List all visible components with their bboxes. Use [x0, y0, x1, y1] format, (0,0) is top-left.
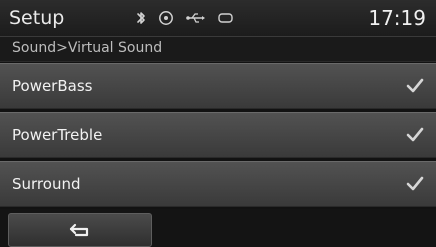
list-item-powertreble[interactable]: PowerTreble — [0, 112, 436, 158]
status-icons — [136, 9, 234, 27]
status-bar: Setup 17:19 — [0, 0, 436, 37]
breadcrumb-text: Sound>Virtual Sound — [12, 40, 163, 56]
checkmark-icon[interactable] — [404, 172, 426, 194]
breadcrumb: Sound>Virtual Sound — [0, 37, 436, 62]
back-arrow-icon — [69, 223, 89, 237]
list-item-label: PowerTreble — [12, 126, 103, 144]
checkmark-icon[interactable] — [404, 123, 426, 145]
list-item-powerbass[interactable]: PowerBass — [0, 63, 436, 109]
back-button[interactable] — [8, 213, 152, 247]
setup-screen: Setup 17:19 Sound>Virtual Sound PowerBas… — [0, 0, 436, 247]
virtual-sound-list: PowerBass PowerTreble Surround — [0, 63, 436, 210]
usb-icon — [186, 11, 206, 25]
clock: 17:19 — [368, 6, 426, 30]
list-item-label: Surround — [12, 175, 81, 193]
page-title: Setup — [9, 7, 65, 29]
checkmark-icon[interactable] — [404, 74, 426, 96]
aux-icon — [218, 12, 234, 24]
disc-icon — [158, 10, 174, 26]
bluetooth-icon — [136, 10, 146, 26]
bottom-bar — [0, 209, 436, 247]
list-item-label: PowerBass — [12, 77, 93, 95]
list-item-surround[interactable]: Surround — [0, 161, 436, 207]
